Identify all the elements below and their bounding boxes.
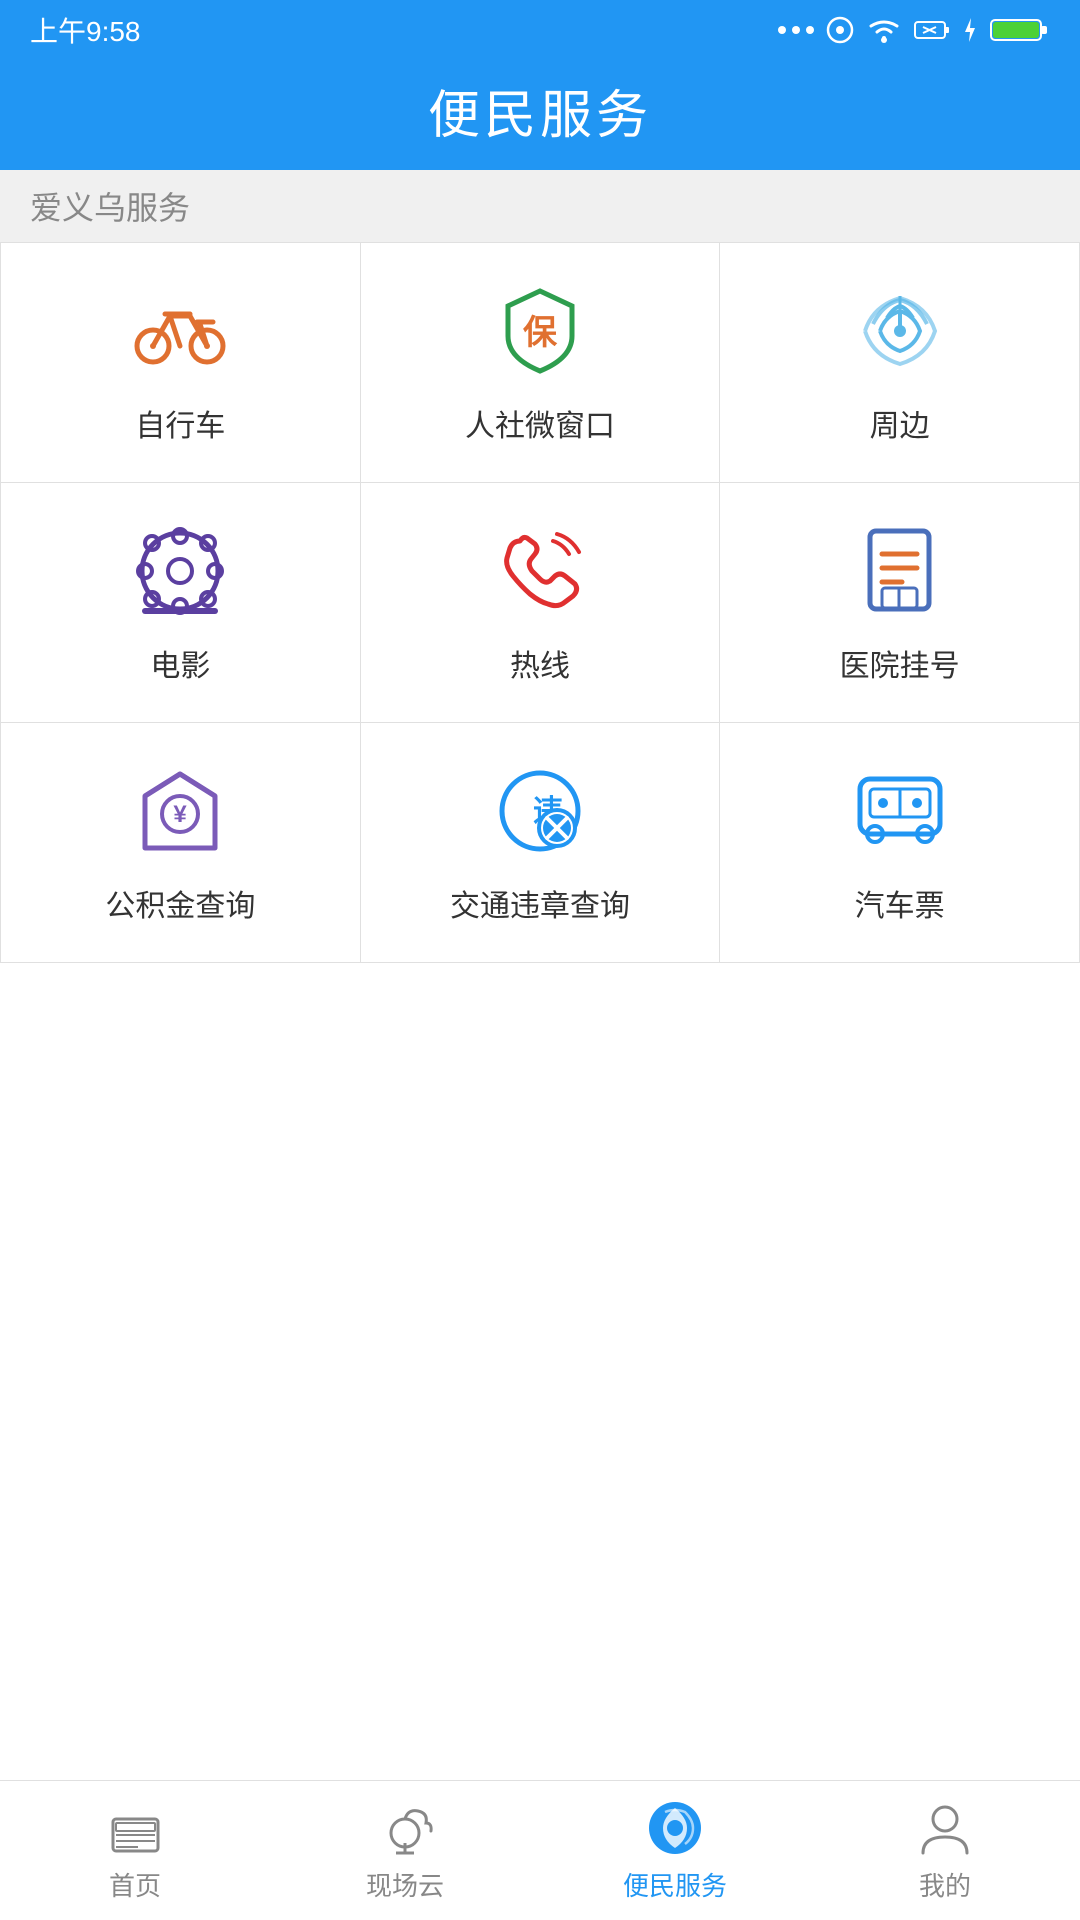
provident-fund-item[interactable]: ¥ 公积金查询 bbox=[1, 723, 361, 963]
nearby-icon bbox=[850, 281, 950, 381]
provident-fund-icon: ¥ bbox=[130, 761, 230, 861]
social-insurance-icon: 保 bbox=[490, 281, 590, 381]
social-insurance-label: 人社微窗口 bbox=[465, 401, 615, 445]
movie-label: 电影 bbox=[150, 641, 210, 685]
nav-home[interactable]: 首页 bbox=[0, 1798, 270, 1903]
status-bar: 上午9:58 bbox=[0, 0, 1080, 60]
hotline-icon bbox=[490, 521, 590, 621]
nearby-label: 周边 bbox=[870, 401, 930, 445]
traffic-violation-icon: 违 bbox=[490, 761, 590, 861]
nav-convenience[interactable]: 便民服务 bbox=[540, 1798, 810, 1903]
hotline-item[interactable]: 热线 bbox=[361, 483, 721, 723]
live-cloud-nav-icon bbox=[375, 1798, 435, 1858]
convenience-nav-icon bbox=[645, 1798, 705, 1858]
bicycle-icon bbox=[130, 281, 230, 381]
battery-full-icon bbox=[990, 16, 1050, 44]
bicycle-item[interactable]: 自行车 bbox=[1, 243, 361, 483]
svg-text:¥: ¥ bbox=[174, 801, 188, 828]
bottom-nav: 首页 现场云 便民服务 bbox=[0, 1780, 1080, 1920]
movie-icon bbox=[130, 521, 230, 621]
nearby-item[interactable]: 周边 bbox=[720, 243, 1080, 483]
bus-ticket-label: 汽车票 bbox=[855, 881, 945, 925]
wifi-icon bbox=[866, 16, 902, 44]
nav-live-cloud[interactable]: 现场云 bbox=[270, 1798, 540, 1903]
mine-nav-icon bbox=[915, 1798, 975, 1858]
hotline-label: 热线 bbox=[510, 641, 570, 685]
bus-ticket-item[interactable]: 汽车票 bbox=[720, 723, 1080, 963]
page-title: 便民服务 bbox=[428, 73, 652, 148]
battery-x-icon bbox=[914, 18, 950, 42]
home-nav-icon bbox=[105, 1798, 165, 1858]
live-cloud-nav-label: 现场云 bbox=[366, 1866, 444, 1903]
charging-icon bbox=[962, 16, 978, 44]
svg-text:保: 保 bbox=[523, 314, 558, 352]
services-grid: 自行车 保 人社微窗口 周边 bbox=[0, 242, 1080, 963]
nav-mine[interactable]: 我的 bbox=[810, 1798, 1080, 1903]
app-header: 便民服务 bbox=[0, 60, 1080, 170]
location-icon bbox=[826, 16, 854, 44]
bicycle-label: 自行车 bbox=[135, 401, 225, 445]
status-icons bbox=[778, 16, 1050, 44]
bus-ticket-icon bbox=[850, 761, 950, 861]
section-label: 爱义乌服务 bbox=[0, 170, 1080, 242]
signal-dots-icon bbox=[778, 22, 814, 38]
traffic-violation-label: 交通违章查询 bbox=[450, 881, 630, 925]
provident-fund-label: 公积金查询 bbox=[105, 881, 255, 925]
hospital-item[interactable]: 医院挂号 bbox=[720, 483, 1080, 723]
hospital-icon bbox=[850, 521, 950, 621]
hospital-label: 医院挂号 bbox=[840, 641, 960, 685]
home-nav-label: 首页 bbox=[109, 1866, 161, 1903]
traffic-violation-item[interactable]: 违 交通违章查询 bbox=[361, 723, 721, 963]
movie-item[interactable]: 电影 bbox=[1, 483, 361, 723]
social-insurance-item[interactable]: 保 人社微窗口 bbox=[361, 243, 721, 483]
mine-nav-label: 我的 bbox=[919, 1866, 971, 1903]
convenience-nav-label: 便民服务 bbox=[623, 1866, 727, 1903]
status-time: 上午9:58 bbox=[30, 10, 141, 50]
